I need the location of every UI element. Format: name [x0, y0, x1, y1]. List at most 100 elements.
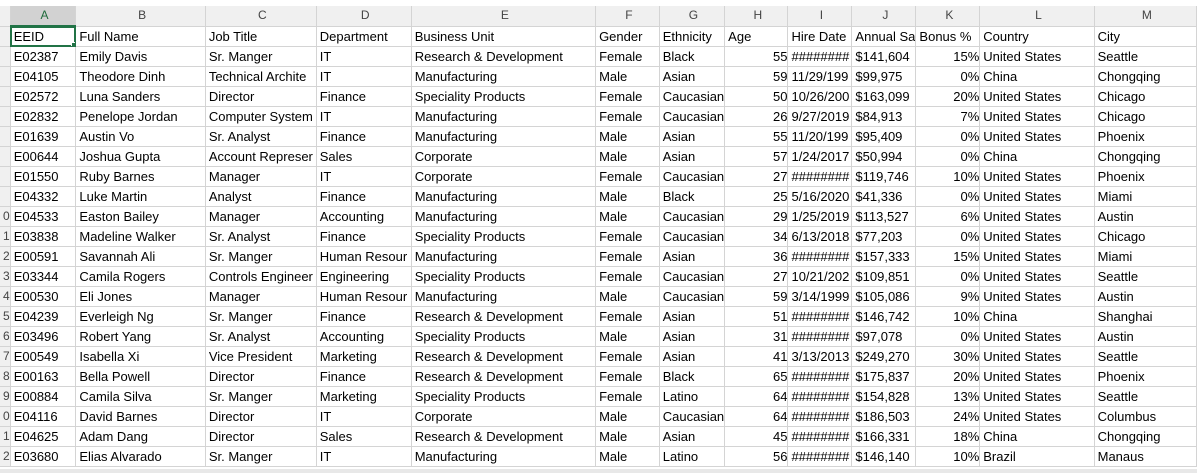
- cell-g[interactable]: Caucasian: [659, 86, 726, 107]
- cell-k[interactable]: 30%: [915, 346, 981, 367]
- cell-k[interactable]: 0%: [915, 266, 981, 287]
- cell-j[interactable]: $146,742: [851, 306, 917, 327]
- row-header[interactable]: 9: [0, 386, 11, 407]
- column-header-b[interactable]: B: [75, 6, 206, 27]
- cell-g[interactable]: Asian: [659, 326, 726, 347]
- horizontal-scrollbar[interactable]: [0, 469, 1197, 473]
- header-cell-j[interactable]: Annual Sa: [851, 26, 917, 47]
- cell-k[interactable]: 0%: [915, 146, 981, 167]
- cell-j[interactable]: $154,828: [851, 386, 917, 407]
- cell-j[interactable]: $41,336: [851, 186, 917, 207]
- column-header-j[interactable]: J: [851, 6, 917, 27]
- cell-l[interactable]: United States: [979, 206, 1095, 227]
- cell-l[interactable]: China: [979, 426, 1095, 447]
- cell-k[interactable]: 24%: [915, 406, 981, 427]
- cell-j[interactable]: $113,527: [851, 206, 917, 227]
- row-header[interactable]: 1: [0, 226, 11, 247]
- cell-m[interactable]: Seattle: [1094, 46, 1197, 67]
- cell-d[interactable]: Accounting: [316, 326, 412, 347]
- cell-h[interactable]: 59: [724, 66, 789, 87]
- cell-e[interactable]: Research & Development: [411, 46, 597, 67]
- cell-c[interactable]: Manager: [205, 166, 317, 187]
- cell-c[interactable]: Sr. Analyst: [205, 326, 317, 347]
- select-all-corner[interactable]: [0, 6, 11, 27]
- cell-d[interactable]: IT: [316, 406, 412, 427]
- cell-f[interactable]: Female: [595, 266, 660, 287]
- cell-m[interactable]: Columbus: [1094, 406, 1197, 427]
- cell-d[interactable]: IT: [316, 66, 412, 87]
- cell-l[interactable]: United States: [979, 406, 1095, 427]
- cell-k[interactable]: 6%: [915, 206, 981, 227]
- cell-c[interactable]: Controls Engineer: [205, 266, 317, 287]
- cell-f[interactable]: Female: [595, 246, 660, 267]
- cell-e[interactable]: Corporate: [411, 406, 597, 427]
- header-cell-l[interactable]: Country: [979, 26, 1095, 47]
- cell-i[interactable]: ########: [787, 406, 853, 427]
- cell-j[interactable]: $249,270: [851, 346, 917, 367]
- cell-k[interactable]: 0%: [915, 226, 981, 247]
- cell-k[interactable]: 10%: [915, 306, 981, 327]
- column-header-g[interactable]: G: [659, 6, 726, 27]
- cell-f[interactable]: Male: [595, 66, 660, 87]
- cell-j[interactable]: $163,099: [851, 86, 917, 107]
- cell-e[interactable]: Manufacturing: [411, 246, 597, 267]
- cell-c[interactable]: Vice President: [205, 346, 317, 367]
- cell-j[interactable]: $186,503: [851, 406, 917, 427]
- cell-i[interactable]: 1/24/2017: [787, 146, 853, 167]
- cell-i[interactable]: 3/13/2013: [787, 346, 853, 367]
- cell-l[interactable]: United States: [979, 286, 1095, 307]
- cell-e[interactable]: Research & Development: [411, 306, 597, 327]
- row-header[interactable]: [0, 126, 11, 147]
- row-header[interactable]: 7: [0, 346, 11, 367]
- row-header[interactable]: [0, 146, 11, 167]
- cell-l[interactable]: United States: [979, 246, 1095, 267]
- cell-f[interactable]: Male: [595, 326, 660, 347]
- cell-m[interactable]: Phoenix: [1094, 166, 1197, 187]
- cell-b[interactable]: Everleigh Ng: [75, 306, 206, 327]
- row-header[interactable]: [0, 46, 11, 67]
- cell-a[interactable]: E02832: [10, 106, 77, 127]
- cell-m[interactable]: Phoenix: [1094, 366, 1197, 387]
- cell-l[interactable]: United States: [979, 386, 1095, 407]
- cell-d[interactable]: Sales: [316, 426, 412, 447]
- cell-c[interactable]: Sr. Manger: [205, 446, 317, 467]
- cell-f[interactable]: Female: [595, 46, 660, 67]
- cell-h[interactable]: 55: [724, 126, 789, 147]
- cell-h[interactable]: 34: [724, 226, 789, 247]
- row-header[interactable]: 8: [0, 366, 11, 387]
- cell-h[interactable]: 64: [724, 386, 789, 407]
- cell-b[interactable]: Elias Alvarado: [75, 446, 206, 467]
- cell-j[interactable]: $97,078: [851, 326, 917, 347]
- cell-b[interactable]: Bella Powell: [75, 366, 206, 387]
- cell-c[interactable]: Sr. Manger: [205, 386, 317, 407]
- cell-m[interactable]: Chongqing: [1094, 426, 1197, 447]
- row-header[interactable]: 6: [0, 326, 11, 347]
- cell-l[interactable]: Brazil: [979, 446, 1095, 467]
- cell-a[interactable]: E04332: [10, 186, 77, 207]
- cell-b[interactable]: Adam Dang: [75, 426, 206, 447]
- cell-m[interactable]: Chongqing: [1094, 66, 1197, 87]
- header-cell-a[interactable]: EEID: [10, 26, 77, 47]
- cell-f[interactable]: Female: [595, 306, 660, 327]
- column-header-c[interactable]: C: [205, 6, 317, 27]
- cell-d[interactable]: Finance: [316, 86, 412, 107]
- cell-i[interactable]: 10/26/200: [787, 86, 853, 107]
- cell-b[interactable]: Easton Bailey: [75, 206, 206, 227]
- cell-b[interactable]: Madeline Walker: [75, 226, 206, 247]
- cell-j[interactable]: $84,913: [851, 106, 917, 127]
- cell-f[interactable]: Female: [595, 346, 660, 367]
- cell-l[interactable]: United States: [979, 266, 1095, 287]
- cell-c[interactable]: Sr. Manger: [205, 306, 317, 327]
- cell-l[interactable]: United States: [979, 126, 1095, 147]
- cell-g[interactable]: Caucasian: [659, 206, 726, 227]
- header-cell-c[interactable]: Job Title: [205, 26, 317, 47]
- cell-k[interactable]: 10%: [915, 446, 981, 467]
- cell-a[interactable]: E03680: [10, 446, 77, 467]
- cell-i[interactable]: 5/16/2020: [787, 186, 853, 207]
- cell-g[interactable]: Caucasian: [659, 106, 726, 127]
- cell-f[interactable]: Male: [595, 206, 660, 227]
- cell-l[interactable]: United States: [979, 326, 1095, 347]
- column-header-h[interactable]: H: [724, 6, 789, 27]
- cell-j[interactable]: $141,604: [851, 46, 917, 67]
- cell-h[interactable]: 31: [724, 326, 789, 347]
